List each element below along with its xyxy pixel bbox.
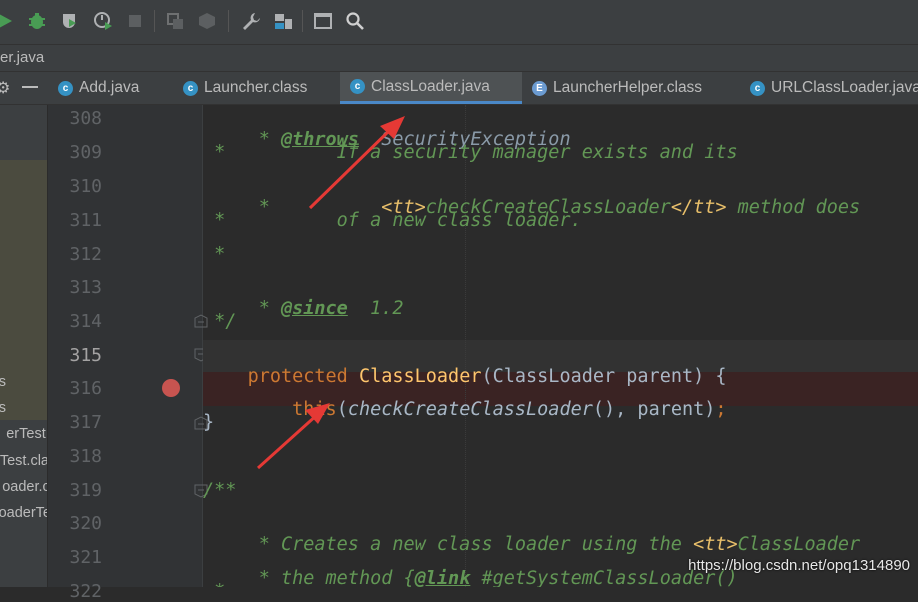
code-line-317: } [203, 412, 215, 433]
toolbar-separator [228, 10, 229, 32]
class-icon: c [750, 80, 765, 96]
terminal-icon[interactable] [312, 10, 334, 32]
tree-item[interactable]: s [0, 400, 6, 416]
tree-item[interactable]: erTest.c [6, 426, 47, 442]
code-line-314: */ [203, 311, 237, 332]
tab-add-java[interactable]: c Add.java [58, 72, 178, 104]
search-icon[interactable] [344, 10, 366, 32]
coverage-icon[interactable] [58, 10, 80, 32]
line-number: 318 [69, 446, 102, 467]
line-number: 316 [69, 378, 102, 399]
tree-item[interactable]: oader.cl [2, 479, 47, 495]
enum-icon: E [532, 80, 547, 96]
project-structure-icon[interactable] [272, 10, 294, 32]
settings-icon[interactable] [240, 10, 262, 32]
run-icon[interactable] [0, 10, 16, 32]
tab-launcher-class[interactable]: c Launcher.class [183, 72, 343, 104]
rebuild-icon[interactable] [196, 10, 218, 32]
code-line-319: /** [203, 480, 237, 501]
code-line-312: * [203, 244, 226, 265]
code-line-311: * of a new class loader. [203, 210, 582, 231]
gear-icon[interactable]: ⚙ [0, 78, 10, 97]
class-icon: c [183, 80, 198, 96]
code-line-316: this(checkCreateClassLoader(), parent); [292, 399, 727, 420]
code-line-322: * [203, 581, 236, 587]
minimize-icon[interactable] [22, 86, 38, 88]
line-number: 308 [69, 108, 102, 129]
tab-classloader-java[interactable]: c ClassLoader.java [340, 72, 522, 104]
class-icon: c [58, 80, 73, 96]
line-number: 314 [69, 311, 102, 332]
line-number-current: 315 [69, 345, 102, 366]
tab-label: URLClassLoader.java [771, 79, 918, 96]
tab-launcherhelper-class[interactable]: E LauncherHelper.class [532, 72, 732, 104]
tab-urlclassloader-java[interactable]: c URLClassLoader.java [750, 72, 918, 104]
line-number: 320 [69, 513, 102, 534]
project-panel-header: ⚙ [0, 72, 48, 105]
breakpoint-icon[interactable] [162, 379, 180, 397]
code-line-309: * If a security manager exists and its [203, 142, 738, 163]
toolbar-separator [302, 10, 303, 32]
code-editor[interactable]: * @throws SecurityException * If a secur… [203, 105, 918, 587]
line-number: 312 [69, 244, 102, 265]
code-line-321: * the method {@link #getSystemClassLoade… [247, 568, 738, 587]
line-number: 319 [69, 480, 102, 501]
tree-item[interactable]: s [0, 374, 6, 390]
line-number: 311 [69, 210, 102, 231]
debug-icon[interactable] [26, 10, 48, 32]
line-number: 317 [69, 412, 102, 433]
tree-item[interactable]: oaderTe [0, 505, 47, 521]
line-number: 310 [69, 176, 102, 197]
watermark: https://blog.csdn.net/opq1314890 [688, 557, 910, 574]
editor-tabs: c Add.java c Launcher.class c ClassLoade… [48, 72, 918, 105]
profile-icon[interactable] [92, 10, 114, 32]
main-toolbar [0, 0, 918, 45]
toolbar-separator [154, 10, 155, 32]
class-icon: c [350, 79, 365, 94]
line-number: 321 [69, 547, 102, 568]
line-number: 322 [69, 581, 102, 602]
build-icon[interactable] [164, 10, 186, 32]
stop-icon[interactable] [124, 10, 146, 32]
tab-label: Add.java [79, 79, 140, 96]
project-tree: s s erTest.c Test.cla oader.cl oaderTe [0, 105, 47, 587]
breadcrumb[interactable]: er.java [0, 49, 44, 66]
tab-label: LauncherHelper.class [553, 79, 703, 96]
navigation-bar: er.java [0, 45, 918, 72]
line-number: 309 [69, 142, 102, 163]
tree-selection-highlight [0, 160, 47, 420]
tab-label: ClassLoader.java [371, 77, 490, 95]
line-number: 313 [69, 277, 102, 298]
tree-item[interactable]: Test.cla [0, 453, 47, 469]
tab-label: Launcher.class [204, 79, 308, 96]
